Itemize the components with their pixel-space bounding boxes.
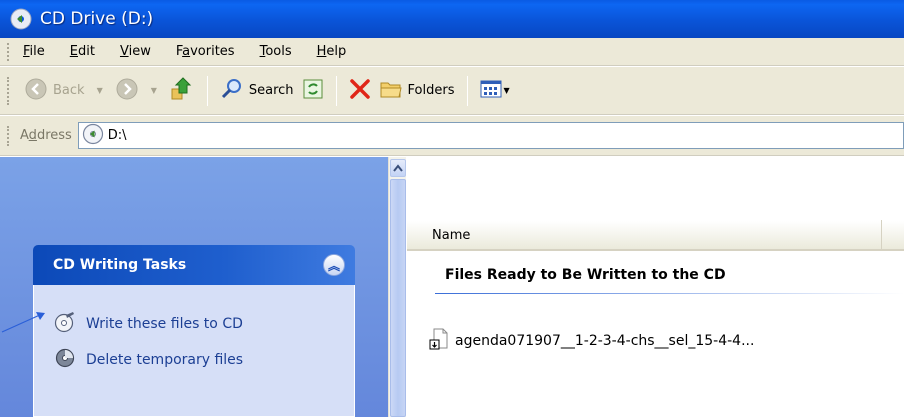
toolbar-separator: [466, 75, 468, 106]
standard-toolbar: Back ▼ ▼ Search Folders ▼: [0, 67, 904, 115]
address-bar-grip[interactable]: [7, 126, 11, 146]
views-dropdown-arrow-icon: ▼: [503, 86, 510, 95]
file-pending-icon: [429, 328, 449, 354]
file-group-divider: [435, 293, 904, 294]
task-pane-scrollbar[interactable]: [388, 157, 406, 417]
menu-favorites[interactable]: Favorites: [173, 42, 238, 61]
chevron-up-icon: [393, 164, 403, 172]
forward-button[interactable]: [111, 74, 143, 108]
views-grid-icon: [480, 79, 502, 103]
search-button[interactable]: Search: [216, 74, 298, 108]
forward-dropdown-arrow-icon[interactable]: ▼: [151, 86, 157, 95]
address-input[interactable]: D:\: [77, 122, 904, 149]
menu-tools[interactable]: Tools: [257, 42, 295, 61]
menu-view[interactable]: View: [117, 42, 154, 61]
cd-writing-tasks-header[interactable]: CD Writing Tasks ︽: [33, 245, 355, 285]
delete-button[interactable]: [345, 74, 375, 108]
task-write-files-to-cd[interactable]: Write these files to CD: [54, 311, 243, 337]
menu-edit[interactable]: Edit: [67, 42, 98, 61]
task-delete-temporary-files[interactable]: Delete temporary files: [54, 347, 243, 373]
file-list-pane: Name Files Ready to Be Written to the CD…: [407, 157, 904, 417]
up-folder-button[interactable]: [165, 74, 199, 108]
file-name: agenda071907__1-2-3-4-chs__sel_15-4-4...: [455, 333, 755, 349]
scroll-thumb[interactable]: [390, 179, 406, 417]
task-group-title: CD Writing Tasks: [53, 257, 187, 273]
list-item[interactable]: agenda071907__1-2-3-4-chs__sel_15-4-4...: [429, 328, 754, 354]
forward-arrow-icon: [115, 77, 139, 105]
toolbar-separator: [335, 75, 337, 106]
column-header-row: Name: [407, 220, 904, 251]
menu-bar-grip[interactable]: [7, 43, 11, 61]
sync-icon: [302, 78, 324, 104]
folders-button[interactable]: Folders: [375, 74, 459, 108]
menu-file[interactable]: File: [20, 42, 48, 61]
cd-drive-icon: [10, 8, 32, 30]
title-bar[interactable]: CD Drive (D:): [0, 0, 904, 38]
search-icon: [220, 77, 244, 105]
folders-label: Folders: [407, 83, 455, 98]
column-header-name[interactable]: Name: [407, 220, 882, 250]
delete-x-icon: [349, 78, 371, 104]
back-arrow-icon: [24, 77, 48, 105]
back-button[interactable]: Back: [20, 74, 89, 108]
file-group-title: Files Ready to Be Written to the CD: [445, 267, 726, 283]
annotation-arrow-icon: [1, 312, 45, 333]
scroll-up-button[interactable]: [390, 159, 406, 177]
cd-writing-tasks-body: Write these files to CD Delete temporary…: [33, 285, 355, 417]
delete-temp-files-icon: [54, 347, 76, 373]
toolbar-separator: [206, 75, 208, 106]
task-pane: CD Writing Tasks ︽ Write these files to …: [0, 157, 388, 417]
menu-help[interactable]: Help: [314, 42, 350, 61]
address-label: Address: [20, 128, 72, 143]
views-button[interactable]: ▼: [476, 74, 514, 108]
address-value: D:\: [107, 128, 127, 143]
collapse-chevron-icon[interactable]: ︽: [323, 254, 345, 276]
menu-bar: File Edit View Favorites Tools Help: [0, 38, 904, 66]
address-bar: Address D:\: [0, 116, 904, 156]
folder-icon: [379, 78, 403, 104]
cd-drive-icon: [82, 123, 104, 149]
sync-button[interactable]: [298, 74, 328, 108]
back-label: Back: [53, 83, 85, 98]
task-label: Delete temporary files: [86, 352, 244, 368]
window-title: CD Drive (D:): [40, 9, 154, 29]
up-folder-icon: [169, 76, 195, 106]
task-label: Write these files to CD: [86, 316, 243, 332]
toolbar-grip[interactable]: [7, 77, 11, 105]
search-label: Search: [248, 83, 294, 98]
back-dropdown-arrow-icon[interactable]: ▼: [97, 86, 103, 95]
